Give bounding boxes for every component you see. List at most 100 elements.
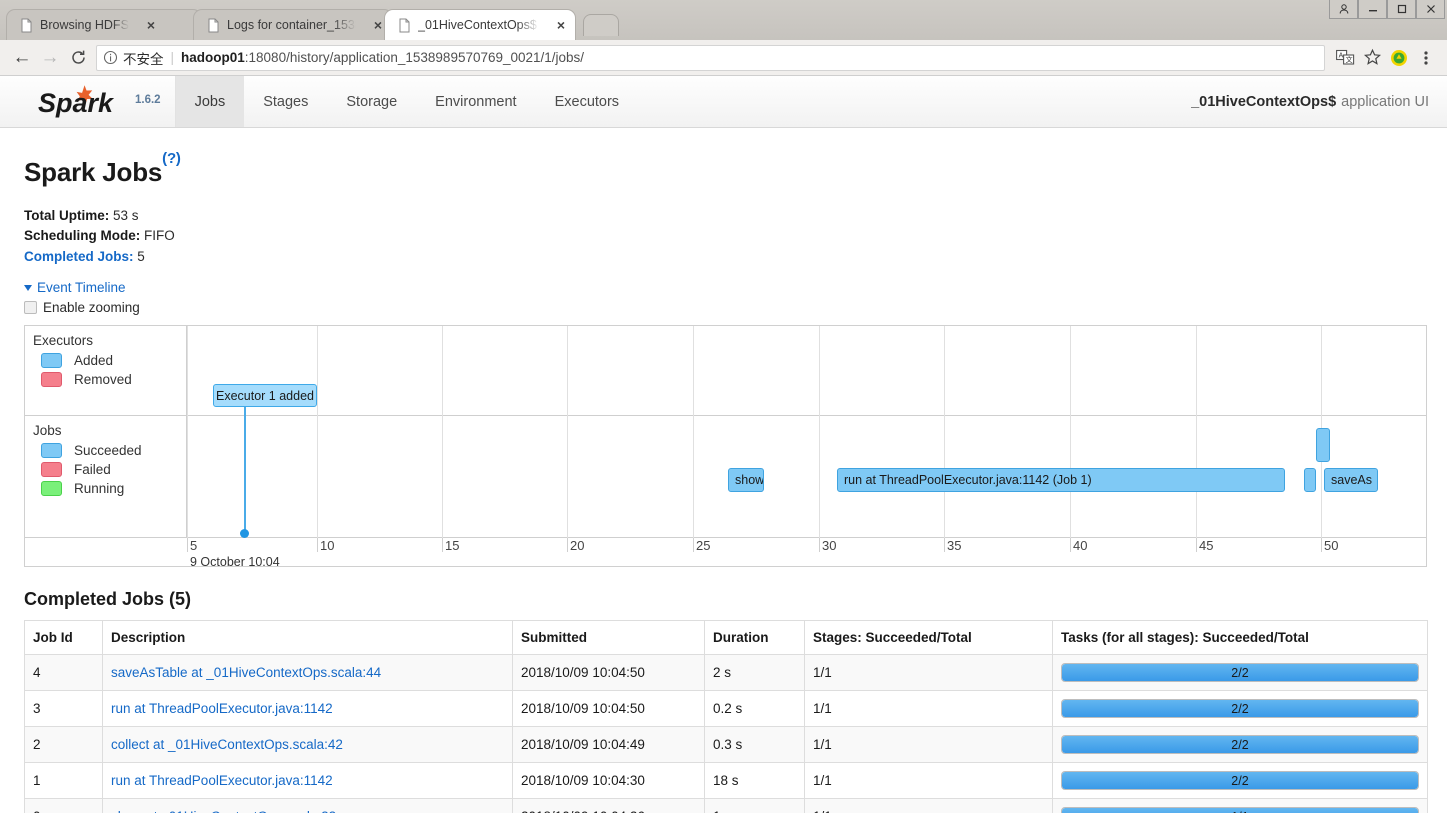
cell-tasks: 2/2 <box>1052 762 1428 800</box>
timeline-job-bar-saveas[interactable]: saveAs <box>1324 468 1378 493</box>
site-info-icon[interactable] <box>103 50 119 66</box>
cell-duration: 18 s <box>704 762 805 800</box>
tab-close-icon[interactable]: × <box>143 17 159 33</box>
completed-jobs-link[interactable]: Completed Jobs: <box>24 249 134 264</box>
window-minimize-button[interactable] <box>1358 0 1387 19</box>
window-close-button[interactable] <box>1416 0 1445 19</box>
timeline-event-stem <box>244 407 246 533</box>
timeline-plot-area[interactable]: Executor 1 added show run at ThreadPoolE… <box>187 326 1426 539</box>
legend-label-removed: Removed <box>74 372 132 388</box>
user-profile-icon[interactable] <box>1329 0 1358 19</box>
spark-brand[interactable]: Spark 1.6.2 <box>0 76 176 127</box>
timeline-gridline <box>819 326 820 539</box>
table-header-row: Job Id Description Submitted Duration St… <box>24 620 1428 656</box>
column-header-job-id[interactable]: Job Id <box>24 620 103 656</box>
legend-item-running: Running <box>41 481 186 497</box>
job-description-link[interactable]: saveAsTable at _01HiveContextOps.scala:4… <box>111 665 381 680</box>
timeline-job-bar-run2[interactable] <box>1316 428 1330 463</box>
legend-swatch-succeeded <box>41 443 62 459</box>
column-header-stages[interactable]: Stages: Succeeded/Total <box>804 620 1053 656</box>
enable-zooming-checkbox[interactable] <box>24 301 37 315</box>
event-timeline-toggle[interactable]: Event Timeline <box>24 280 1425 295</box>
timeline-job-bar-show[interactable]: show <box>728 468 764 493</box>
job-description-link[interactable]: run at ThreadPoolExecutor.java:1142 <box>111 773 333 788</box>
job-description-link[interactable]: run at ThreadPoolExecutor.java:1142 <box>111 701 333 716</box>
timeline-executor-event[interactable]: Executor 1 added <box>213 384 317 408</box>
job-description-link[interactable]: show at _01HiveContextOps.scala:22 <box>111 809 336 813</box>
cell-description: show at _01HiveContextOps.scala:22 <box>102 798 513 813</box>
nav-tab-executors[interactable]: Executors <box>536 76 638 127</box>
enable-zooming-row[interactable]: Enable zooming <box>24 300 1425 315</box>
table-row: 3 run at ThreadPoolExecutor.java:1142 20… <box>24 690 1428 728</box>
legend-swatch-running <box>41 481 62 497</box>
cell-job-id: 3 <box>24 690 103 728</box>
legend-swatch-failed <box>41 462 62 478</box>
timeline-job-bar-collect[interactable] <box>1304 468 1316 493</box>
tasks-progress-bar: 2/2 <box>1061 699 1419 719</box>
page-favicon-icon <box>19 18 34 33</box>
browser-tab-title: Logs for container_1538 <box>227 18 356 32</box>
browser-tab-title: Browsing HDFS <box>40 18 129 32</box>
cell-job-id: 4 <box>24 654 103 692</box>
spark-version-label: 1.6.2 <box>135 93 161 106</box>
legend-label-running: Running <box>74 481 125 497</box>
reload-button-icon[interactable] <box>64 44 92 72</box>
page-favicon-icon <box>397 18 412 33</box>
browser-tab-2[interactable]: Logs for container_1538 × <box>193 9 393 40</box>
nav-tab-storage[interactable]: Storage <box>327 76 416 127</box>
tasks-progress-bar: 1/1 <box>1061 807 1419 813</box>
svg-text:A: A <box>1338 53 1343 60</box>
summary-scheduling-value: FIFO <box>144 228 175 244</box>
cell-stages: 1/1 <box>804 762 1053 800</box>
cell-stages: 1/1 <box>804 726 1053 764</box>
bookmark-star-icon[interactable] <box>1359 45 1385 71</box>
tab-close-icon[interactable]: × <box>553 17 569 33</box>
column-header-submitted[interactable]: Submitted <box>512 620 705 656</box>
browser-tab-3-active[interactable]: _01HiveContextOps$ - × <box>384 9 576 40</box>
chevron-down-icon <box>24 284 32 291</box>
timeline-executors-title: Executors <box>33 333 94 349</box>
address-bar[interactable]: 不安全 | hadoop01:18080/history/application… <box>96 44 1325 71</box>
timeline-gridline <box>1196 326 1197 539</box>
tasks-progress-bar: 2/2 <box>1061 735 1419 755</box>
timeline-gridline <box>317 326 318 539</box>
window-controls <box>1329 0 1445 19</box>
column-header-description[interactable]: Description <box>102 620 513 656</box>
svg-text:文: 文 <box>1345 55 1352 64</box>
tasks-progress-label: 2/2 <box>1231 665 1249 680</box>
event-timeline-chart[interactable]: Executors Added Removed Jobs Succeeded F… <box>24 325 1427 568</box>
nav-tab-environment[interactable]: Environment <box>416 76 535 127</box>
column-header-duration[interactable]: Duration <box>704 620 805 656</box>
browser-chrome: Browsing HDFS × Logs for container_1538 … <box>0 0 1447 76</box>
summary-uptime-value: 53 s <box>113 207 139 223</box>
help-link[interactable]: (?) <box>162 150 181 167</box>
legend-item-failed: Failed <box>41 462 186 478</box>
column-header-tasks[interactable]: Tasks (for all stages): Succeeded/Total <box>1052 620 1428 656</box>
new-tab-button[interactable] <box>583 14 619 36</box>
back-button-icon[interactable]: ← <box>8 44 36 72</box>
cell-description: collect at _01HiveContextOps.scala:42 <box>102 726 513 764</box>
nav-tab-stages[interactable]: Stages <box>244 76 327 127</box>
legend-item-succeeded: Succeeded <box>41 443 186 459</box>
legend-label-succeeded: Succeeded <box>74 443 142 459</box>
timeline-gridline <box>187 326 188 539</box>
timeline-job-bar-run[interactable]: run at ThreadPoolExecutor.java:1142 (Job… <box>837 468 1285 493</box>
cell-description: saveAsTable at _01HiveContextOps.scala:4… <box>102 654 513 692</box>
spark-logo-icon: Spark <box>38 84 130 120</box>
completed-jobs-heading: Completed Jobs (5) <box>24 589 192 610</box>
page-title-text: Spark Jobs <box>24 156 163 187</box>
spark-navbar: Spark 1.6.2 Jobs Stages Storage Environm… <box>0 76 1447 128</box>
event-timeline-label: Event Timeline <box>37 280 126 296</box>
browser-tab-1[interactable]: Browsing HDFS × <box>6 9 202 40</box>
cell-submitted: 2018/10/09 10:04:49 <box>512 726 705 764</box>
cell-submitted: 2018/10/09 10:04:50 <box>512 690 705 728</box>
browser-toolbar: ← → 不安全 | hadoop01:18080/history/applica… <box>0 40 1447 76</box>
translate-icon[interactable]: A文 <box>1332 45 1358 71</box>
forward-button-icon[interactable]: → <box>36 44 64 72</box>
chrome-menu-icon[interactable] <box>1413 45 1439 71</box>
cell-submitted: 2018/10/09 10:04:26 <box>512 798 705 813</box>
job-description-link[interactable]: collect at _01HiveContextOps.scala:42 <box>111 737 343 752</box>
nav-tab-jobs[interactable]: Jobs <box>175 76 245 127</box>
extension-icon[interactable] <box>1386 45 1412 71</box>
window-maximize-button[interactable] <box>1387 0 1416 19</box>
